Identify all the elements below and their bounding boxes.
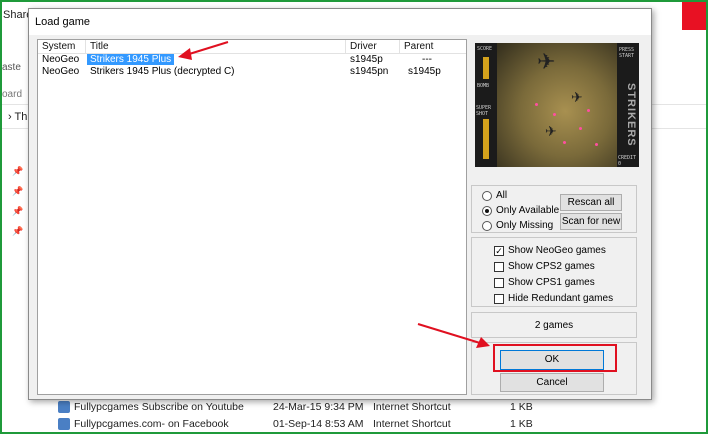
screenshot-frame	[0, 0, 708, 434]
